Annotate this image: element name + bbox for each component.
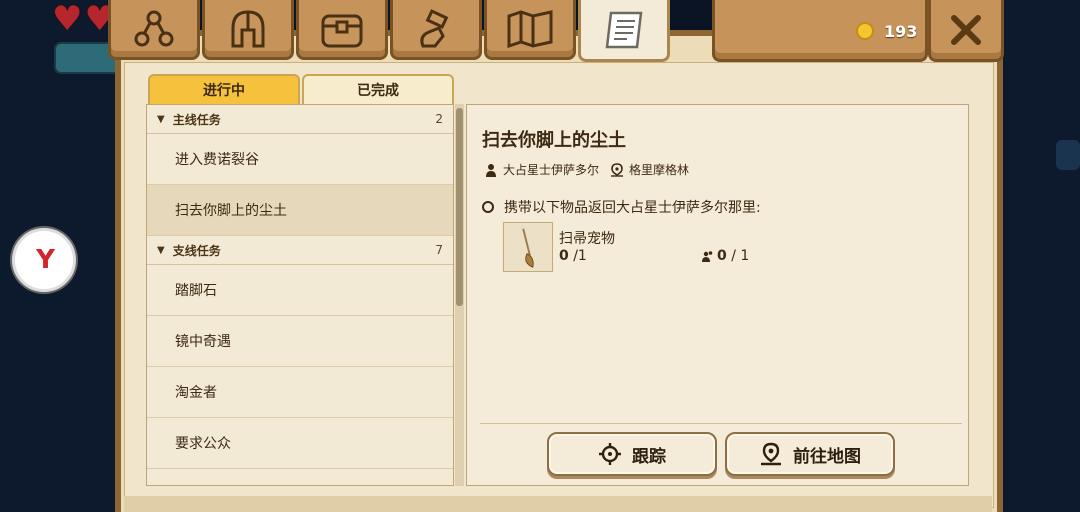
crafting-icon [420, 8, 449, 47]
close-button[interactable] [928, 0, 1004, 62]
objective-text: 携带以下物品返回大占星士伊萨多尔那里: [504, 200, 761, 216]
item-name: 扫帚宠物 [559, 231, 615, 247]
quest-objective: 携带以下物品返回大占星士伊萨多尔那里: [482, 197, 761, 217]
party-count: 0 / 1 [702, 248, 749, 264]
list-item[interactable]: 进入费诺裂谷 [147, 134, 453, 185]
health-hearts: ♥ ♥ [52, 2, 115, 36]
map-icon [507, 9, 553, 48]
item-slot[interactable] [503, 222, 553, 272]
panel-bottom-edge [124, 496, 992, 512]
map-pin-icon [761, 442, 781, 466]
crosshair-icon [599, 443, 621, 465]
main-tabs [108, 0, 670, 62]
tab-equipment[interactable] [202, 0, 294, 60]
quest-giver-name: 大占星士伊萨多尔 [503, 163, 600, 177]
heart-icon: ♥ [52, 0, 83, 39]
map-pin-icon [611, 162, 623, 177]
section-main-quests[interactable]: ▼ 主线任务 2 [147, 105, 453, 134]
list-item[interactable]: 淘金者 [147, 367, 453, 418]
gold-count: 193 [884, 22, 918, 41]
quest-location-name: 格里摩格林 [629, 163, 690, 177]
section-label: 支线任务 [172, 243, 221, 258]
tab-in-progress[interactable]: 进行中 [148, 74, 300, 104]
quest-list: ▼ 主线任务 2 进入费诺裂谷 扫去你脚上的尘土 ▼ 支线任务 7 踏脚石 镜中… [146, 104, 454, 486]
skill-tree-icon [134, 10, 174, 46]
close-icon [951, 14, 981, 45]
chevron-down-icon: ▼ [157, 113, 165, 125]
logo-mark: Y [36, 245, 55, 275]
party-count-total: / 1 [731, 248, 750, 264]
background-right [1000, 0, 1080, 512]
app-logo[interactable]: Y [12, 228, 76, 292]
quest-location: 格里摩格林 [610, 161, 689, 178]
tab-map[interactable] [484, 0, 576, 60]
broom-icon [522, 228, 534, 268]
coin-icon [856, 22, 874, 40]
section-count: 2 [435, 112, 443, 126]
list-item[interactable]: 要求公众 [147, 418, 453, 469]
chevron-down-icon: ▼ [157, 244, 165, 256]
tab-crafting[interactable] [390, 0, 482, 60]
list-item[interactable]: 踏脚石 [147, 265, 453, 316]
divider [480, 423, 962, 424]
quest-giver: 大占星士伊萨多尔 [484, 161, 599, 178]
item-count-total: /1 [573, 248, 587, 264]
item-count: 0 /1 [559, 248, 587, 264]
party-count-current: 0 [717, 248, 727, 264]
section-label: 主线任务 [172, 112, 221, 127]
go-to-map-label: 前往地图 [793, 446, 861, 467]
list-item[interactable]: 镜中奇遇 [147, 316, 453, 367]
tab-completed[interactable]: 已完成 [302, 74, 454, 104]
bag-icon [321, 14, 363, 47]
section-count: 7 [435, 243, 443, 257]
quest-title: 扫去你脚上的尘土 [482, 130, 626, 151]
go-to-map-button[interactable]: 前往地图 [725, 432, 895, 476]
list-item-selected[interactable]: 扫去你脚上的尘土 [147, 185, 453, 236]
tab-inventory[interactable] [296, 0, 388, 60]
item-count-current: 0 [559, 248, 569, 264]
party-icon [702, 251, 713, 262]
scrollbar-thumb[interactable] [456, 108, 463, 306]
background-decoration [1056, 140, 1080, 170]
track-label: 跟踪 [632, 446, 666, 467]
tab-quests[interactable] [578, 0, 670, 62]
objective-circle-icon [482, 201, 494, 213]
quest-scroll-icon [605, 11, 643, 48]
section-side-quests[interactable]: ▼ 支线任务 7 [147, 236, 453, 265]
tab-skills[interactable] [108, 0, 200, 60]
person-icon [486, 163, 496, 177]
track-button[interactable]: 跟踪 [547, 432, 717, 476]
helmet-icon [231, 9, 265, 47]
